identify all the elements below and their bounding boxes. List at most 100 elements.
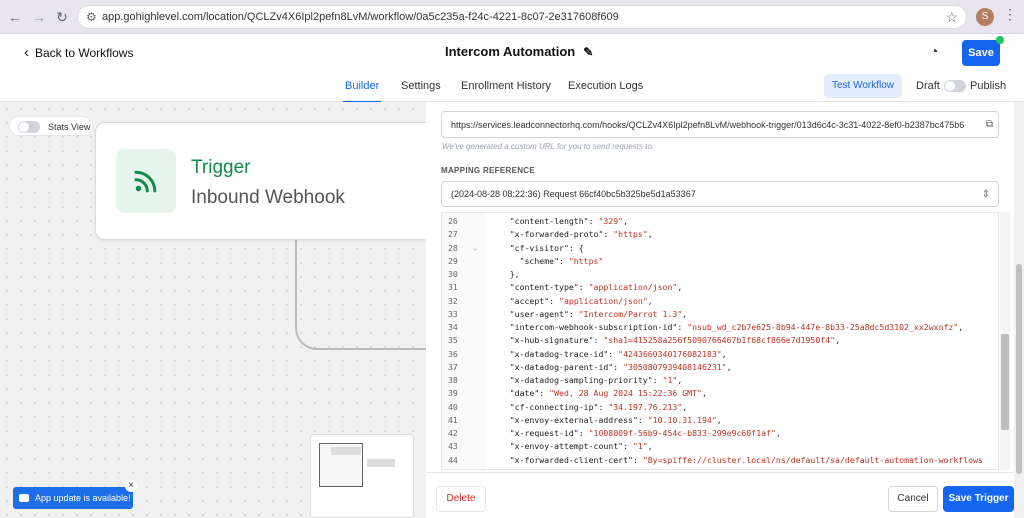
code-line: 28 ⌄ "cf-visitor": { bbox=[442, 242, 998, 255]
line-number: 28 bbox=[448, 242, 458, 253]
minimap[interactable] bbox=[310, 434, 414, 518]
code-line: 30 }, bbox=[442, 268, 998, 281]
json-punctuation: , bbox=[775, 428, 781, 438]
rss-icon bbox=[116, 149, 176, 213]
code-text: "date": "Wed, 28 Aug 2024 15:22:36 GMT", bbox=[490, 387, 707, 400]
json-string-value: "3050807939408146231" bbox=[623, 361, 727, 372]
forward-arrow-icon[interactable]: → bbox=[30, 8, 48, 26]
json-string-value: "By=spiffe://cluster.local/ns/default/sa… bbox=[642, 454, 983, 465]
tab-builder[interactable]: Builder bbox=[342, 80, 382, 103]
json-key: "cf-connecting-ip": bbox=[490, 401, 609, 412]
json-key: "x-datadog-parent-id": bbox=[490, 361, 624, 372]
save-trigger-button[interactable]: Save Trigger bbox=[943, 486, 1014, 512]
webhook-url-field[interactable]: https://services.leadconnectorhq.com/hoo… bbox=[441, 111, 999, 138]
back-arrow-icon[interactable]: ← bbox=[6, 8, 24, 26]
address-bar[interactable]: ⚙ app.gohighlevel.com/location/QCLZv4X6I… bbox=[77, 5, 967, 29]
json-punctuation: , bbox=[721, 348, 727, 359]
code-line: 38 "x-datadog-sampling-priority": "1", bbox=[442, 374, 998, 387]
fold-chevron-icon[interactable]: ⌄ bbox=[473, 242, 477, 255]
workflow-canvas[interactable]: Stats View Trigger Inbound Webhook bbox=[0, 102, 426, 518]
code-text: "x-datadog-sampling-priority": "1", bbox=[490, 374, 683, 387]
tab-execution-logs[interactable]: Execution Logs bbox=[568, 80, 643, 92]
line-number: 44 bbox=[448, 454, 458, 465]
json-punctuation: , bbox=[682, 401, 688, 412]
code-text: "x-envoy-attempt-count": "1", bbox=[490, 440, 653, 453]
reload-icon[interactable]: ↻ bbox=[53, 8, 71, 26]
json-key: "accept": bbox=[490, 295, 560, 306]
save-button[interactable]: Save bbox=[962, 40, 1000, 66]
code-line: 36 "x-datadog-trace-id": "42436603401760… bbox=[442, 348, 998, 361]
page-scrollbar[interactable] bbox=[1014, 102, 1024, 518]
line-number: 33 bbox=[448, 308, 458, 319]
profile-avatar[interactable]: S bbox=[976, 8, 994, 26]
workflow-title-text: Intercom Automation bbox=[445, 44, 576, 59]
tab-settings[interactable]: Settings bbox=[401, 80, 441, 92]
json-punctuation: , bbox=[835, 335, 840, 346]
minimap-node bbox=[367, 459, 395, 467]
json-punctuation: , bbox=[958, 322, 964, 332]
code-text: "user-agent": "Intercom/Parrot 1.3", bbox=[490, 308, 687, 321]
trigger-card[interactable]: Trigger Inbound Webhook bbox=[95, 122, 426, 240]
update-icon bbox=[19, 494, 29, 502]
json-string-value: "1" bbox=[662, 375, 678, 385]
line-number: 30 bbox=[448, 269, 458, 279]
browser-menu-icon[interactable]: ⋮ bbox=[1003, 6, 1017, 23]
close-icon[interactable]: × bbox=[125, 480, 137, 492]
history-icon[interactable]: ◔ bbox=[930, 43, 938, 59]
json-key: "user-agent": bbox=[490, 308, 579, 319]
code-line: 40 "cf-connecting-ip": "34.197.76.213", bbox=[442, 401, 998, 414]
json-key: "x-envoy-attempt-count": bbox=[490, 441, 633, 452]
json-punctuation: , bbox=[677, 375, 683, 385]
json-key: "x-envoy-external-address": bbox=[490, 414, 648, 425]
line-number: 39 bbox=[448, 388, 458, 399]
line-number: 29 bbox=[448, 255, 458, 266]
delete-button[interactable]: Delete bbox=[436, 486, 486, 512]
webhook-url-text: https://services.leadconnectorhq.com/hoo… bbox=[451, 120, 965, 130]
json-key: }, bbox=[490, 269, 520, 279]
code-scrollbar[interactable] bbox=[1000, 212, 1010, 470]
code-line: 33 "user-agent": "Intercom/Parrot 1.3", bbox=[442, 308, 998, 321]
json-punctuation: , bbox=[647, 441, 653, 452]
site-info-icon[interactable]: ⚙ bbox=[86, 10, 97, 24]
code-text: "x-envoy-external-address": "10.10.31.19… bbox=[490, 414, 722, 427]
publish-toggle[interactable] bbox=[944, 80, 966, 92]
stats-view-toggle[interactable]: Stats View bbox=[9, 116, 93, 136]
app-update-toast[interactable]: App update is available! bbox=[13, 487, 133, 509]
page-scrollbar-thumb[interactable] bbox=[1016, 264, 1022, 474]
json-key: "content-type": bbox=[490, 282, 589, 293]
code-text: "x-datadog-parent-id": "3050807939408146… bbox=[490, 361, 732, 374]
copy-icon[interactable]: ⧉ bbox=[986, 112, 993, 137]
code-line: 29 "scheme": "https" bbox=[442, 255, 998, 268]
cancel-button[interactable]: Cancel bbox=[888, 486, 938, 512]
payload-code-viewer[interactable]: 26 "content-length": "329", 27 "x-forward… bbox=[441, 212, 999, 470]
line-number: 41 bbox=[448, 414, 458, 425]
code-line: 41 "x-envoy-external-address": "10.10.31… bbox=[442, 414, 998, 427]
tab-enrollment-history[interactable]: Enrollment History bbox=[461, 80, 551, 92]
json-punctuation: , bbox=[677, 282, 683, 293]
line-number: 42 bbox=[448, 428, 458, 438]
code-line: 37 "x-datadog-parent-id": "3050807939408… bbox=[442, 361, 998, 374]
json-string-value: "1008009f-56b9-454c-b833-299e9c60f1af" bbox=[588, 428, 776, 438]
code-text: "x-forwarded-proto": "https", bbox=[490, 228, 653, 241]
json-string-value: "4243660340176082183" bbox=[618, 348, 722, 359]
back-label: Back to Workflows bbox=[35, 45, 134, 60]
stats-view-label: Stats View bbox=[48, 122, 91, 132]
tab-bar: Builder Settings Enrollment History Exec… bbox=[0, 70, 1024, 103]
test-workflow-button[interactable]: Test Workflow bbox=[824, 74, 902, 98]
mapping-reference-select[interactable]: (2024-08-28 08:22:36) Request 66cf40bc5b… bbox=[441, 181, 999, 207]
line-number: 37 bbox=[448, 361, 458, 372]
json-key: "cf-visitor": { bbox=[490, 242, 584, 253]
json-punctuation: , bbox=[647, 295, 653, 306]
code-scrollbar-thumb[interactable] bbox=[1001, 334, 1009, 430]
line-number: 36 bbox=[448, 348, 458, 359]
json-string-value: "nsub_wd_c2b7e625-8b94-447e-8b33-25a8dc5… bbox=[687, 322, 959, 332]
code-line: 32 "accept": "application/json", bbox=[442, 295, 998, 308]
json-punctuation: , bbox=[701, 388, 707, 399]
bookmark-star-icon[interactable]: ☆ bbox=[945, 9, 958, 26]
stats-toggle-switch[interactable] bbox=[18, 121, 40, 133]
address-url[interactable]: app.gohighlevel.com/location/QCLZv4X6Ipl… bbox=[102, 11, 619, 23]
json-punctuation: , bbox=[716, 414, 722, 425]
back-to-workflows-link[interactable]: ‹ Back to Workflows bbox=[24, 44, 133, 61]
pencil-icon[interactable]: ✎ bbox=[583, 45, 593, 59]
trigger-name: Inbound Webhook bbox=[191, 187, 345, 208]
